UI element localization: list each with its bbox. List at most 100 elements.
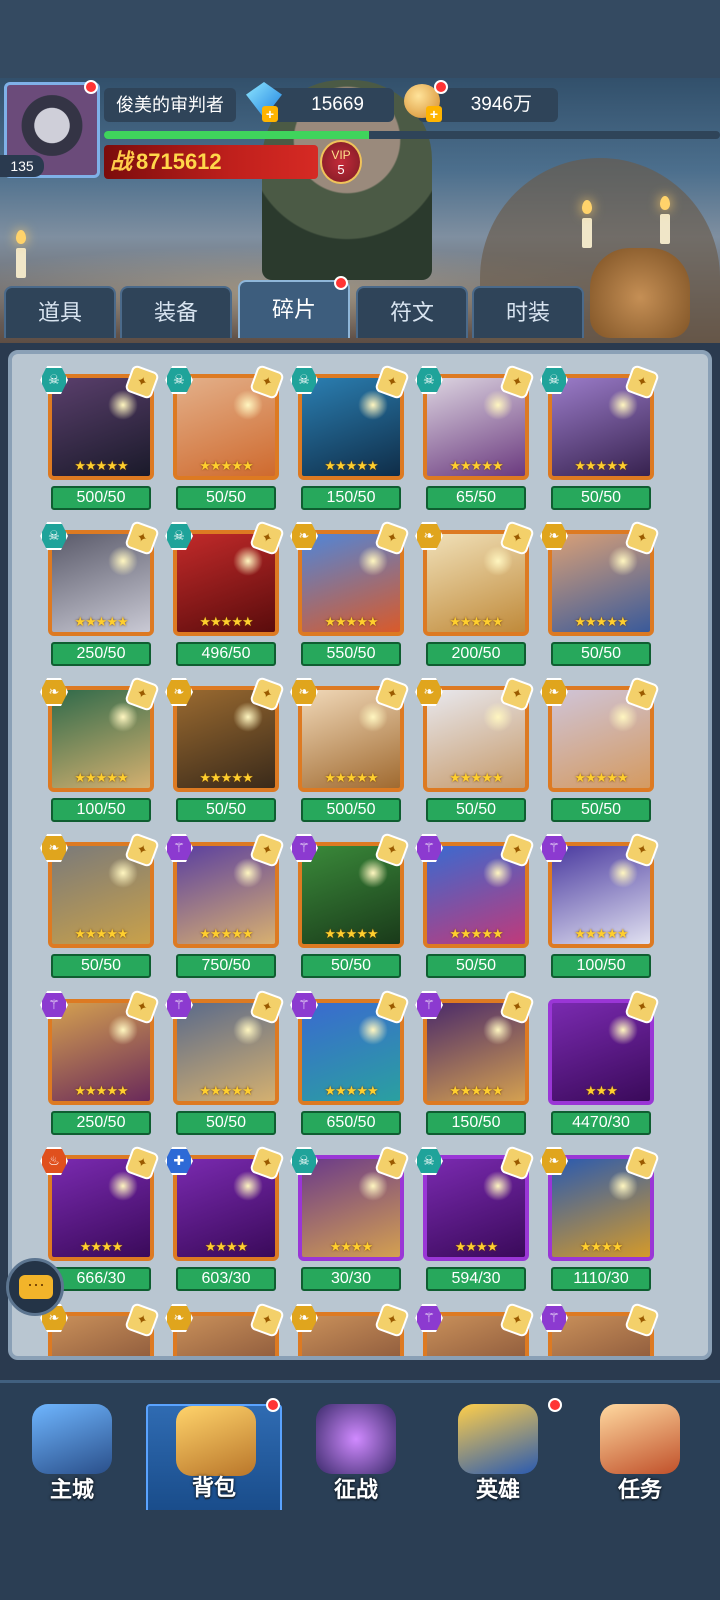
nav-notification-dot: [266, 1398, 280, 1412]
flame-icon: [16, 230, 26, 244]
star-rating: ★★★★★: [449, 458, 503, 473]
vip-level: 5: [337, 162, 345, 177]
fragment-count: 666/30: [51, 1267, 151, 1291]
gold-count: 3946万: [470, 94, 532, 115]
nav-label: 背包: [191, 1475, 236, 1500]
fragment-count: 50/50: [426, 954, 526, 978]
tab-3[interactable]: 碎片: [238, 280, 350, 338]
star-rating: ★★★★★: [324, 770, 378, 785]
power-prefix: 战: [110, 149, 133, 174]
add-gems-icon[interactable]: +: [262, 106, 278, 122]
candle-icon: [660, 214, 670, 244]
fragment-count: 50/50: [301, 954, 401, 978]
star-rating: ★★★★: [329, 1239, 374, 1254]
bag-icon[interactable]: [590, 248, 690, 338]
fragment-grid-panel[interactable]: ★★★★★ ☠ ✦ 500/50 ★★★★★ ☠ ✦ 50/50 ★★★★★ ☠ ✦ 150/50 ★★…: [8, 350, 712, 1360]
tab-1[interactable]: 道具: [4, 286, 116, 338]
star-rating: ★★★★★: [74, 1083, 128, 1098]
fragment-count: 50/50: [551, 798, 651, 822]
star-rating: ★★★★: [204, 1239, 249, 1254]
star-rating: ★★★★★: [574, 458, 628, 473]
player-name: 俊美的审判者: [104, 88, 236, 122]
star-rating: ★★★★★: [324, 926, 378, 941]
fragment-count: 1110/30: [551, 1267, 651, 1291]
star-rating: ★★★★: [454, 1239, 499, 1254]
vip-badge[interactable]: VIP 5: [320, 140, 362, 184]
combat-power-value: 8715612: [136, 149, 222, 174]
fragment-count: 4470/30: [551, 1111, 651, 1135]
star-rating: ★★★★★: [199, 458, 253, 473]
tab-2[interactable]: 装备: [120, 286, 232, 338]
castle-icon: [32, 1404, 112, 1474]
hero-helmet-icon: [458, 1404, 538, 1474]
chat-button[interactable]: ···: [6, 1258, 64, 1316]
notification-dot: [84, 80, 98, 94]
add-gold-icon[interactable]: +: [426, 106, 442, 122]
gem-count: 15669: [311, 94, 364, 115]
star-rating: ★★★★★: [199, 926, 253, 941]
star-rating: ★★★★★: [324, 1083, 378, 1098]
star-rating: ★★★★★: [449, 1083, 503, 1098]
notification-dot: [434, 80, 448, 94]
fragment-count: 500/50: [51, 486, 151, 510]
fragment-count: 603/30: [176, 1267, 276, 1291]
fragment-count: 550/50: [301, 642, 401, 666]
star-rating: ★★★: [585, 1083, 618, 1098]
nav-label: 征战: [333, 1477, 378, 1502]
fragment-count: 594/30: [426, 1267, 526, 1291]
flame-icon: [660, 196, 670, 210]
candle-icon: [582, 218, 592, 248]
flame-icon: [582, 200, 592, 214]
fragment-count: 50/50: [176, 1111, 276, 1135]
fragment-count: 750/50: [176, 954, 276, 978]
fragment-count: 50/50: [176, 486, 276, 510]
nav-item-5[interactable]: 任务: [572, 1404, 708, 1514]
system-nav-area: [0, 1510, 720, 1600]
star-rating: ★★★★★: [74, 926, 128, 941]
nav-notification-dot: [548, 1398, 562, 1412]
fragment-count: 496/50: [176, 642, 276, 666]
scroll-icon: [600, 1404, 680, 1474]
nav-label: 主城: [49, 1477, 94, 1502]
fragment-count: 250/50: [51, 1111, 151, 1135]
star-rating: ★★★★★: [324, 458, 378, 473]
fragment-count: 500/50: [301, 798, 401, 822]
nav-item-3[interactable]: 征战: [288, 1404, 424, 1514]
fragment-count: 650/50: [301, 1111, 401, 1135]
star-rating: ★★★★: [579, 1239, 624, 1254]
nav-label: 任务: [617, 1477, 662, 1502]
star-rating: ★★★★★: [574, 614, 628, 629]
star-rating: ★★★★★: [449, 926, 503, 941]
exp-bar: [104, 131, 720, 139]
nav-item-2[interactable]: 背包: [146, 1404, 282, 1514]
fragment-count: 50/50: [551, 486, 651, 510]
fragment-count: 150/50: [301, 486, 401, 510]
exp-fill: [104, 131, 369, 139]
player-level: 135: [0, 155, 44, 177]
star-rating: ★★★★★: [74, 770, 128, 785]
star-rating: ★★★★★: [449, 770, 503, 785]
tab-5[interactable]: 时装: [472, 286, 584, 338]
fragment-count: 150/50: [426, 1111, 526, 1135]
star-rating: ★★★★★: [199, 1083, 253, 1098]
star-rating: ★★★★★: [199, 614, 253, 629]
fragment-count: 100/50: [551, 954, 651, 978]
fragment-count: 200/50: [426, 642, 526, 666]
star-rating: ★★★★★: [574, 770, 628, 785]
dragon-portal-icon: [316, 1404, 396, 1474]
star-rating: ★★★★★: [449, 614, 503, 629]
gem-counter[interactable]: 15669: [262, 88, 394, 122]
treasure-chest-icon: [176, 1406, 256, 1476]
fragment-count: 50/50: [51, 954, 151, 978]
star-rating: ★★★★★: [74, 458, 128, 473]
fragment-count: 50/50: [426, 798, 526, 822]
star-rating: ★★★★★: [324, 614, 378, 629]
vip-label: VIP: [331, 148, 351, 162]
tab-4[interactable]: 符文: [356, 286, 468, 338]
nav-item-4[interactable]: 英雄: [430, 1404, 566, 1514]
top-status-bar: [0, 0, 720, 78]
nav-label: 英雄: [475, 1477, 520, 1502]
star-rating: ★★★★★: [574, 926, 628, 941]
fragment-count: 30/30: [301, 1267, 401, 1291]
nav-item-1[interactable]: 主城: [4, 1404, 140, 1514]
